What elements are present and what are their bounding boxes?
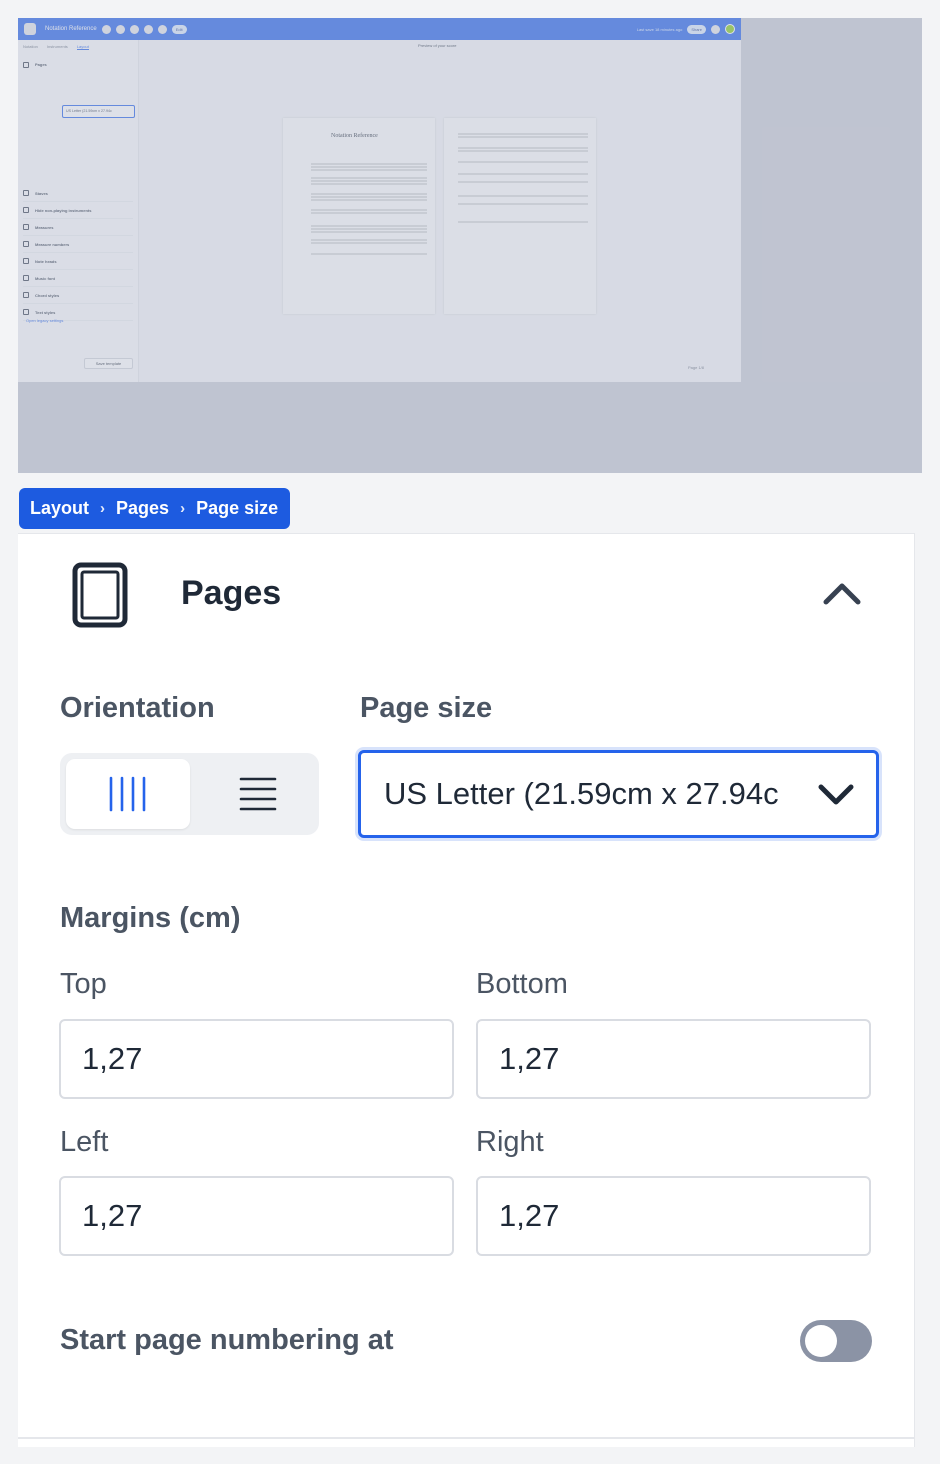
portrait-orientation-button[interactable] [66,759,190,829]
breadcrumb-pages: Pages [116,498,170,518]
margin-bottom-label: Bottom [476,968,568,1000]
start-page-numbering-toggle[interactable] [800,1320,872,1362]
orientation-toggle-group [60,753,319,835]
margin-top-label: Top [60,968,107,1000]
portrait-orientation-icon [109,776,146,812]
page-size-label: Page size [360,692,493,724]
margin-left-field[interactable]: 1,27 [59,1176,454,1256]
chevron-down-icon [818,784,854,805]
page-frame-icon [72,562,128,628]
overview-screenshot: Notation Reference Edit Last save 18 min… [18,18,922,473]
overview-dim-overlay [18,18,922,473]
orientation-label: Orientation [60,692,215,724]
chevron-up-icon[interactable] [822,580,862,606]
page-size-select[interactable]: US Letter (21.59cm x 27.94c [358,750,879,838]
margin-top-field[interactable]: 1,27 [59,1019,454,1099]
margin-left-label: Left [60,1126,109,1158]
toggle-knob [805,1325,837,1357]
breadcrumb-separator: › [100,500,106,517]
breadcrumb-separator: › [180,500,186,517]
breadcrumb-page-size: Page size [196,498,279,518]
landscape-orientation-icon [239,777,277,811]
breadcrumb: Layout › Pages › Page size [19,488,291,529]
margin-bottom-field[interactable]: 1,27 [476,1019,871,1099]
pages-settings-panel: Pages Orientation Page size US Letter (2… [18,533,915,1447]
margin-right-field[interactable]: 1,27 [476,1176,871,1256]
landscape-orientation-button[interactable] [196,759,320,829]
start-page-numbering-label: Start page numbering at [60,1324,394,1356]
margin-right-label: Right [476,1126,544,1158]
breadcrumb-layout: Layout [30,498,90,518]
margins-label: Margins (cm) [60,902,241,934]
page-size-value: US Letter (21.59cm x 27.94c [384,776,779,811]
section-title-pages: Pages [181,574,282,612]
panel-divider [18,1437,915,1439]
